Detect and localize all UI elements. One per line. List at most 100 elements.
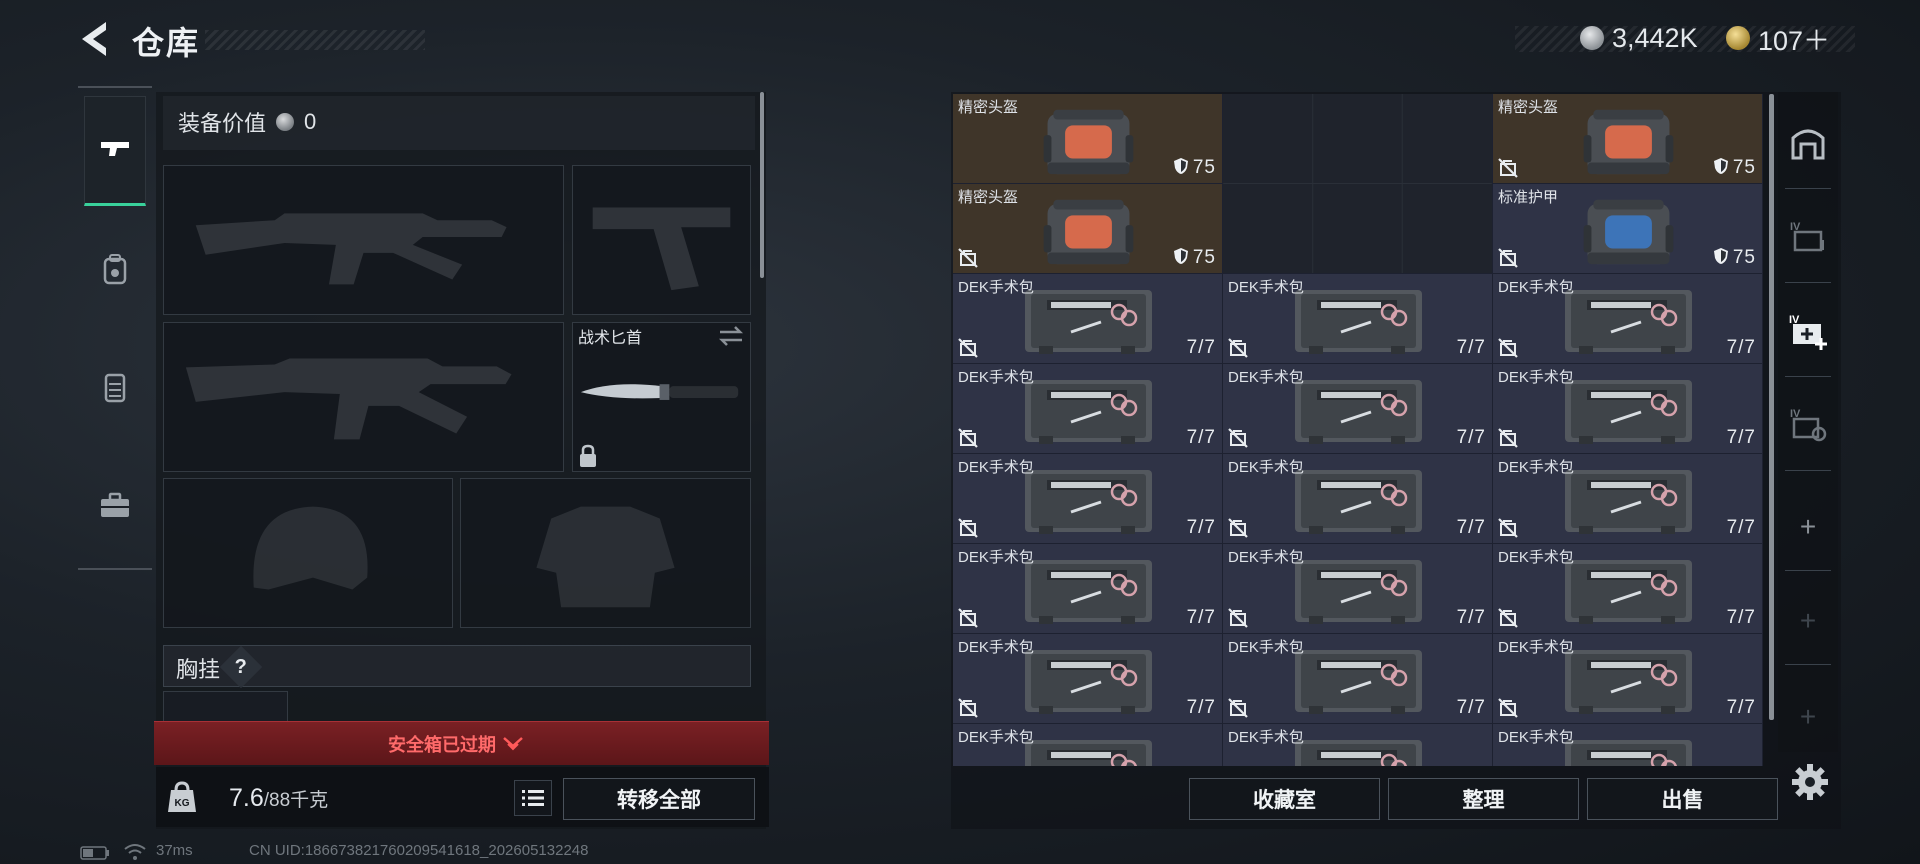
medkit-icon bbox=[1025, 380, 1152, 444]
extension-gear-box-icon: IV bbox=[1790, 408, 1827, 442]
item-durability: 7/7 bbox=[1726, 697, 1756, 718]
tab-divider bbox=[1785, 570, 1831, 571]
storage-scrollbar[interactable] bbox=[1769, 94, 1774, 720]
item-durability: 7/7 bbox=[1726, 337, 1756, 358]
medkit-icon bbox=[1025, 560, 1152, 624]
storage-item-medkit[interactable]: DEK手术包 7/7 bbox=[953, 364, 1223, 454]
storage-item-medkit[interactable]: DEK手术包 7/7 bbox=[1493, 634, 1763, 724]
primary-weapon-slot-2[interactable] bbox=[163, 322, 564, 472]
storage-item[interactable]: 精密头盔 75 bbox=[1493, 94, 1763, 184]
medkit-icon bbox=[1025, 650, 1152, 714]
storage-item-medkit[interactable]: DEK手术包 bbox=[953, 724, 1223, 766]
storage-item-medkit[interactable]: DEK手术包 7/7 bbox=[1493, 544, 1763, 634]
sidearm-slot[interactable] bbox=[572, 165, 751, 315]
plus-icon: + bbox=[1799, 511, 1817, 542]
header-decoration bbox=[205, 30, 425, 50]
storage-tab-medical[interactable]: IV bbox=[1783, 306, 1833, 356]
tactical-bag-icon bbox=[1583, 199, 1674, 265]
medkit-icon bbox=[1565, 740, 1692, 766]
item-name: DEK手术包 bbox=[958, 729, 1034, 746]
storage-tab-extension-1[interactable]: IV bbox=[1783, 212, 1833, 262]
medkit-icon bbox=[1565, 650, 1692, 714]
storage-item-medkit[interactable]: DEK手术包 7/7 bbox=[1493, 454, 1763, 544]
primary-weapon-slot-1[interactable] bbox=[163, 165, 564, 315]
armor-rating-icon bbox=[1713, 248, 1728, 264]
storage-tab-extension-2[interactable]: IV bbox=[1783, 400, 1833, 450]
empty-slot-grid-lines bbox=[1223, 94, 1492, 273]
armor-slot[interactable] bbox=[460, 478, 751, 628]
silver-coin-icon bbox=[1580, 26, 1604, 50]
collection-room-button[interactable]: 收藏室 bbox=[1189, 778, 1380, 820]
currency-silver[interactable]: 3,442K bbox=[1580, 20, 1698, 56]
sell-button[interactable]: 出售 bbox=[1587, 778, 1778, 820]
no-trade-icon bbox=[958, 518, 978, 538]
item-armor-value: 75 bbox=[1173, 247, 1216, 269]
item-name: DEK手术包 bbox=[1498, 369, 1574, 386]
safebox-expired-notice[interactable]: 安全箱已过期 bbox=[388, 731, 524, 757]
add-storage-button-1[interactable]: + bbox=[1783, 502, 1833, 552]
storage-item-medkit[interactable]: DEK手术包 7/7 bbox=[1223, 544, 1493, 634]
storage-item-medkit[interactable]: DEK手术包 7/7 bbox=[1223, 364, 1493, 454]
item-name: DEK手术包 bbox=[958, 459, 1034, 476]
storage-tab-main[interactable] bbox=[1783, 118, 1833, 168]
medkit-icon bbox=[1295, 650, 1422, 714]
chest-rig-label: 胸挂 bbox=[176, 657, 221, 682]
storage-item-medkit[interactable]: DEK手术包 bbox=[1223, 724, 1493, 766]
no-trade-icon bbox=[1498, 518, 1518, 538]
transfer-all-button[interactable]: 转移全部 bbox=[563, 778, 755, 820]
tab-divider bbox=[1785, 664, 1831, 665]
extension-box-icon: IV bbox=[1790, 221, 1824, 252]
add-storage-button-3[interactable]: + bbox=[1783, 692, 1833, 742]
helmet-slot[interactable] bbox=[163, 478, 453, 628]
item-name: DEK手术包 bbox=[1228, 549, 1304, 566]
storage-item-medkit[interactable]: DEK手术包 7/7 bbox=[953, 274, 1223, 364]
armor-silhouette-icon bbox=[536, 506, 675, 608]
item-armor-value: 75 bbox=[1173, 157, 1216, 179]
item-name: DEK手术包 bbox=[958, 369, 1034, 386]
organize-button[interactable]: 整理 bbox=[1388, 778, 1579, 820]
medkit-icon bbox=[1295, 380, 1422, 444]
tab-toolbox[interactable] bbox=[84, 450, 146, 560]
tab-vest[interactable] bbox=[84, 332, 146, 442]
chevron-down-icon bbox=[503, 737, 523, 751]
armor-rating-icon bbox=[1713, 158, 1728, 174]
pistol-silhouette-icon bbox=[592, 207, 731, 291]
settings-gear-icon[interactable] bbox=[1790, 762, 1830, 802]
empty-storage-slot[interactable] bbox=[1223, 94, 1493, 274]
item-name: DEK手术包 bbox=[1498, 279, 1574, 296]
medkit-icon bbox=[1565, 290, 1692, 354]
tab-divider bbox=[1785, 282, 1831, 283]
storage-item[interactable]: 精密头盔 75 bbox=[953, 94, 1223, 184]
no-trade-icon bbox=[1498, 158, 1518, 178]
back-arrow-icon[interactable] bbox=[78, 20, 112, 58]
storage-item-medkit[interactable]: DEK手术包 7/7 bbox=[1493, 274, 1763, 364]
list-view-button[interactable] bbox=[514, 780, 552, 816]
storage-item-medkit[interactable]: DEK手术包 7/7 bbox=[1223, 634, 1493, 724]
storage-item-medkit[interactable]: DEK手术包 7/7 bbox=[953, 634, 1223, 724]
add-storage-button-2[interactable]: + bbox=[1783, 596, 1833, 646]
tab-backpack[interactable] bbox=[84, 214, 146, 324]
no-trade-icon bbox=[958, 428, 978, 448]
silver-coin-icon bbox=[276, 113, 295, 131]
equipment-value-label: 装备价值 bbox=[178, 111, 267, 136]
tab-weapons[interactable] bbox=[84, 96, 146, 206]
storage-item-medkit[interactable]: DEK手术包 7/7 bbox=[1493, 364, 1763, 454]
equipment-scrollbar[interactable] bbox=[760, 92, 764, 278]
storage-item[interactable]: 精密头盔 75 bbox=[953, 184, 1223, 274]
storage-item[interactable]: 标准护甲 75 bbox=[1493, 184, 1763, 274]
storage-item-medkit[interactable]: DEK手术包 7/7 bbox=[953, 544, 1223, 634]
storage-item-medkit[interactable]: DEK手术包 7/7 bbox=[953, 454, 1223, 544]
page-title: 仓库 bbox=[132, 25, 201, 61]
swap-icon[interactable] bbox=[718, 324, 744, 348]
currency-silver-value: 3,442K bbox=[1612, 22, 1698, 53]
svg-text:KG: KG bbox=[175, 798, 190, 809]
no-trade-icon bbox=[1228, 428, 1248, 448]
no-trade-icon bbox=[958, 338, 978, 358]
medkit-icon bbox=[1025, 470, 1152, 534]
currency-gold[interactable]: 107＋ bbox=[1726, 20, 1830, 56]
storage-item-medkit[interactable]: DEK手术包 bbox=[1493, 724, 1763, 766]
storage-item-medkit[interactable]: DEK手术包 7/7 bbox=[1223, 454, 1493, 544]
melee-item-name: 战术匕首 bbox=[578, 330, 643, 347]
storage-item-medkit[interactable]: DEK手术包 7/7 bbox=[1223, 274, 1493, 364]
medkit-icon bbox=[1295, 740, 1422, 766]
